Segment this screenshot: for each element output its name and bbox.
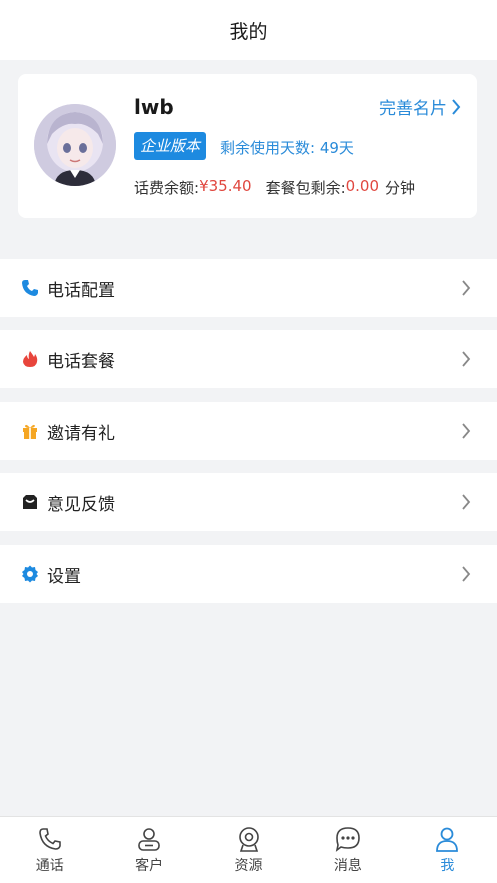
menu-item-settings[interactable]: 设置 xyxy=(0,545,497,603)
balance-label: 话费余额: xyxy=(134,179,200,197)
phone-icon xyxy=(21,279,39,297)
chevron-right-icon xyxy=(462,423,471,439)
resource-tab-icon xyxy=(238,827,259,852)
bottom-tab-bar: 通话 客户 资源 消息 我 xyxy=(0,816,497,883)
tab-me[interactable]: 我 xyxy=(398,817,497,883)
menu-item-phone-package[interactable]: 电话套餐 xyxy=(0,330,497,388)
menu-label: 电话配置 xyxy=(47,280,115,301)
tab-label: 客户 xyxy=(135,858,164,874)
balance-value: ¥35.40 xyxy=(199,177,252,195)
edition-badge: 企业版本 xyxy=(134,132,207,160)
menu-item-phone-config[interactable]: 电话配置 xyxy=(0,259,497,317)
chevron-right-icon xyxy=(462,280,471,296)
profile-card: lwb 完善名片 企业版本 剩余使用天数: 49天 话费余额: ¥35.40 套… xyxy=(18,74,477,218)
tab-message[interactable]: 消息 xyxy=(298,817,397,883)
menu-label: 设置 xyxy=(47,566,81,587)
top-header: 我的 xyxy=(0,0,497,60)
chevron-right-icon xyxy=(462,351,471,367)
balance-row: 话费余额: ¥35.40 套餐包剩余: 0.00 分钟 xyxy=(134,177,415,198)
tab-customer[interactable]: 客户 xyxy=(99,817,198,883)
gift-icon xyxy=(21,422,39,440)
gear-icon xyxy=(21,565,39,583)
me-tab-icon xyxy=(436,827,459,852)
package-value: 0.00 xyxy=(345,177,380,195)
tab-label: 消息 xyxy=(333,858,362,874)
feedback-icon xyxy=(21,493,39,511)
menu-label: 意见反馈 xyxy=(47,494,115,515)
tab-label: 我 xyxy=(440,858,455,874)
menu-label: 邀请有礼 xyxy=(47,423,115,444)
chevron-right-icon xyxy=(462,494,471,510)
call-tab-icon xyxy=(38,828,61,850)
tab-resource[interactable]: 资源 xyxy=(199,817,298,883)
tab-call[interactable]: 通话 xyxy=(0,817,99,883)
username: lwb xyxy=(134,95,174,119)
flame-icon xyxy=(21,350,39,368)
complete-profile-label: 完善名片 xyxy=(379,99,447,119)
customer-tab-icon xyxy=(138,828,160,851)
message-tab-icon xyxy=(335,827,360,852)
complete-profile-link[interactable]: 完善名片 xyxy=(379,94,461,119)
avatar[interactable] xyxy=(34,104,116,186)
package-unit: 分钟 xyxy=(385,179,416,197)
menu-item-feedback[interactable]: 意见反馈 xyxy=(0,473,497,531)
package-label: 套餐包剩余: xyxy=(265,179,346,197)
chevron-right-icon xyxy=(452,98,461,115)
menu-item-invite[interactable]: 邀请有礼 xyxy=(0,402,497,460)
tab-label: 通话 xyxy=(35,858,64,874)
tab-label: 资源 xyxy=(234,858,263,874)
days-remaining: 剩余使用天数: 49天 xyxy=(220,139,354,157)
page-title: 我的 xyxy=(229,20,268,43)
chevron-right-icon xyxy=(462,566,471,582)
menu-label: 电话套餐 xyxy=(47,351,115,372)
